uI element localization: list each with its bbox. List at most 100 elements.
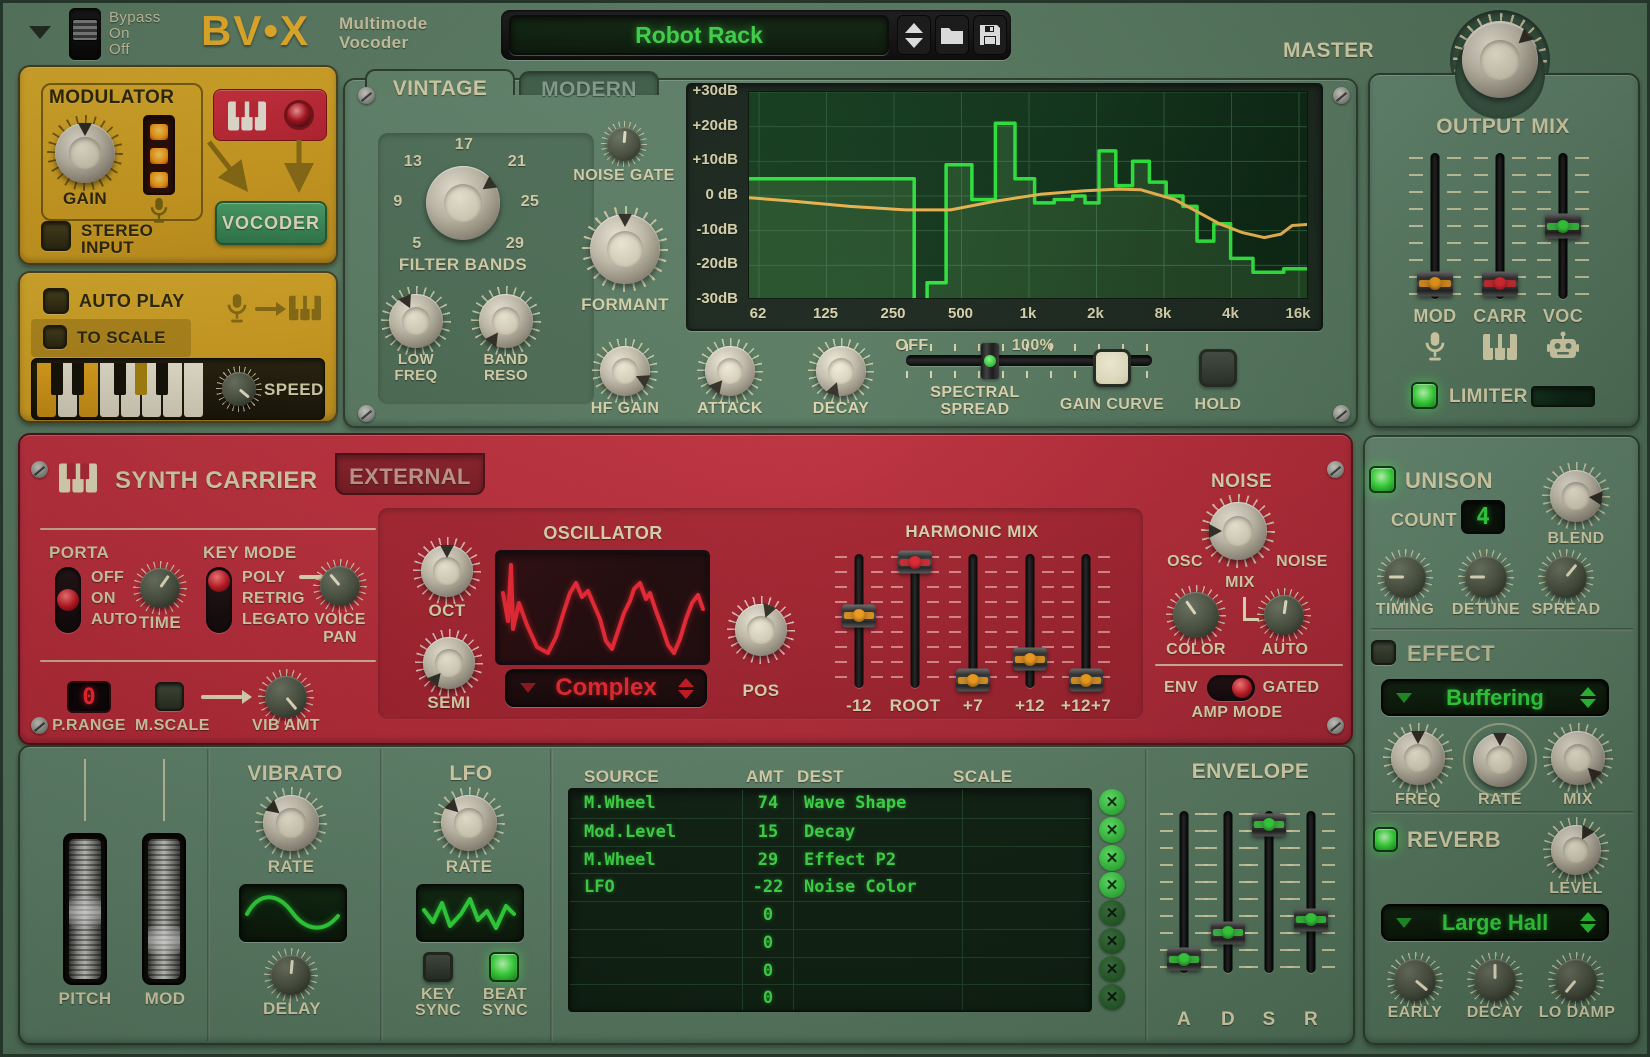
bypass-switch-handle[interactable] (72, 19, 98, 41)
piano-black-key[interactable] (135, 363, 147, 395)
x-circle-icon[interactable]: ✕ (1099, 900, 1125, 926)
mod-matrix-cell-amt[interactable]: 29 (742, 847, 794, 874)
count-display[interactable]: 4 (1461, 500, 1505, 534)
reverb-led[interactable] (1373, 827, 1398, 852)
mod-matrix-cell-scale[interactable] (962, 930, 1090, 957)
filter-bands-knob[interactable] (426, 166, 500, 240)
mod-matrix-cell-dest[interactable] (794, 958, 962, 985)
envelope-handle[interactable] (1294, 908, 1328, 931)
piano-black-key[interactable] (72, 363, 84, 395)
mod-matrix-cell-dest[interactable]: Effect P2 (794, 847, 962, 874)
mod-matrix-cell-scale[interactable] (962, 847, 1090, 874)
low-freq-knob[interactable] (389, 294, 443, 348)
key-mode-retrig-label[interactable]: RETRIG (242, 590, 305, 608)
mod-matrix-row[interactable]: 0 (570, 929, 1090, 957)
decay-knob[interactable] (816, 346, 866, 396)
wave-select-dropdown[interactable]: Complex (505, 669, 707, 707)
lfo-rate-knob[interactable] (441, 795, 497, 851)
mod-matrix-cell-scale[interactable] (962, 958, 1090, 985)
porta-off-label[interactable]: OFF (91, 569, 124, 587)
mod-matrix-cell-src[interactable]: LFO (570, 874, 742, 901)
reverb-level-knob[interactable] (1551, 825, 1601, 875)
mod-matrix-cell-amt[interactable]: 74 (742, 790, 794, 818)
key-mode-legato-label[interactable]: LEGATO (242, 611, 310, 629)
spectral-spread-handle[interactable] (981, 343, 999, 379)
mod-matrix-cell-amt[interactable]: -22 (742, 874, 794, 901)
detune-knob[interactable] (1465, 556, 1507, 598)
mod-matrix-cell-amt[interactable]: 0 (742, 985, 794, 1012)
gain-curve-button[interactable] (1093, 349, 1131, 387)
tab-external-label[interactable]: EXTERNAL (335, 464, 485, 490)
hold-button[interactable] (1199, 349, 1237, 387)
mod-matrix-cell-dest[interactable] (794, 902, 962, 929)
blend-knob[interactable] (1550, 470, 1602, 522)
mod-matrix-cell-amt[interactable]: 0 (742, 958, 794, 985)
key-mode-poly-label[interactable]: POLY (242, 569, 286, 587)
harmonic-handle[interactable] (898, 551, 932, 574)
mod-matrix-cell-dest[interactable] (794, 930, 962, 957)
output-mix-slider-mod[interactable] (1409, 151, 1461, 301)
mod-matrix-row[interactable]: LFO-22Noise Color (570, 873, 1090, 901)
output-mix-slider-carr[interactable] (1474, 151, 1526, 301)
piano-black-key[interactable] (156, 363, 168, 395)
mod-matrix-cell-dest[interactable]: Decay (794, 819, 962, 846)
effect-select-dropdown[interactable]: Buffering (1381, 679, 1609, 716)
envelope-handle[interactable] (1211, 921, 1245, 944)
x-circle-icon[interactable]: ✕ (1099, 789, 1125, 815)
piano-black-key[interactable] (114, 363, 126, 395)
hf-gain-knob[interactable] (600, 346, 650, 396)
harmonic-slider-m12[interactable] (833, 552, 885, 692)
voc-slider-handle[interactable] (1545, 214, 1581, 239)
porta-time-knob[interactable] (140, 568, 180, 608)
effect-enable-checkbox[interactable] (1371, 640, 1396, 665)
noise-gate-knob[interactable] (607, 127, 641, 161)
tab-modern-label[interactable]: MODERN (519, 78, 659, 102)
x-circle-icon[interactable]: ✕ (1099, 817, 1125, 843)
pitch-wheel[interactable] (63, 833, 107, 985)
preset-load-button[interactable] (935, 15, 969, 55)
voice-pan-knob[interactable] (320, 566, 360, 606)
mod-matrix-cell-amt[interactable]: 0 (742, 902, 794, 929)
pos-knob[interactable] (735, 604, 787, 656)
band-reso-knob[interactable] (479, 294, 533, 348)
piano-key[interactable] (184, 363, 203, 417)
mod-matrix-row[interactable]: Mod.Level15Decay (570, 818, 1090, 846)
piano-black-key[interactable] (51, 363, 63, 395)
preset-save-button[interactable] (973, 15, 1007, 55)
harmonic-handle[interactable] (842, 604, 876, 627)
reverb-select-dropdown[interactable]: Large Hall (1381, 904, 1609, 941)
stereo-input-checkbox[interactable] (41, 221, 71, 251)
mod-matrix-cell-scale[interactable] (962, 874, 1090, 901)
noise-color-knob[interactable] (1173, 592, 1219, 638)
beat-sync-button[interactable] (489, 952, 519, 982)
x-circle-icon[interactable]: ✕ (1099, 956, 1125, 982)
x-circle-icon[interactable]: ✕ (1099, 845, 1125, 871)
dropdown-stepper-icon[interactable] (1580, 912, 1596, 933)
porta-on-label[interactable]: ON (91, 590, 116, 608)
mod-matrix-row[interactable]: M.Wheel74Wave Shape (570, 790, 1090, 818)
mod-matrix-cell-scale[interactable] (962, 819, 1090, 846)
harmonic-slider-p7[interactable] (947, 552, 999, 692)
modulator-gain-knob[interactable] (55, 123, 115, 183)
dropdown-stepper-icon[interactable] (678, 678, 694, 699)
reverb-decay-knob[interactable] (1474, 959, 1516, 1001)
porta-auto-label[interactable]: AUTO (91, 611, 138, 629)
semi-knob[interactable] (423, 637, 475, 689)
x-circle-icon[interactable]: ✕ (1099, 928, 1125, 954)
amp-mode-toggle[interactable] (1207, 675, 1255, 701)
bypass-switch[interactable] (69, 8, 101, 60)
speed-knob[interactable] (222, 372, 256, 406)
harmonic-slider-p12[interactable] (1004, 552, 1056, 692)
effect-rate-knob[interactable] (1473, 733, 1527, 787)
porta-switch[interactable] (55, 567, 81, 633)
mini-keyboard[interactable] (37, 363, 203, 417)
noise-auto-knob[interactable] (1264, 595, 1304, 635)
menu-caret-icon[interactable] (29, 26, 51, 39)
mod-matrix-cell-dest[interactable] (794, 985, 962, 1012)
harmonic-slider-p12p7[interactable] (1060, 552, 1112, 692)
limiter-led[interactable] (1411, 382, 1438, 409)
vib-amt-knob[interactable] (265, 676, 307, 718)
mod-matrix-row[interactable]: 0 (570, 957, 1090, 985)
harmonic-handle[interactable] (1069, 669, 1103, 692)
to-scale-checkbox[interactable] (43, 325, 67, 349)
